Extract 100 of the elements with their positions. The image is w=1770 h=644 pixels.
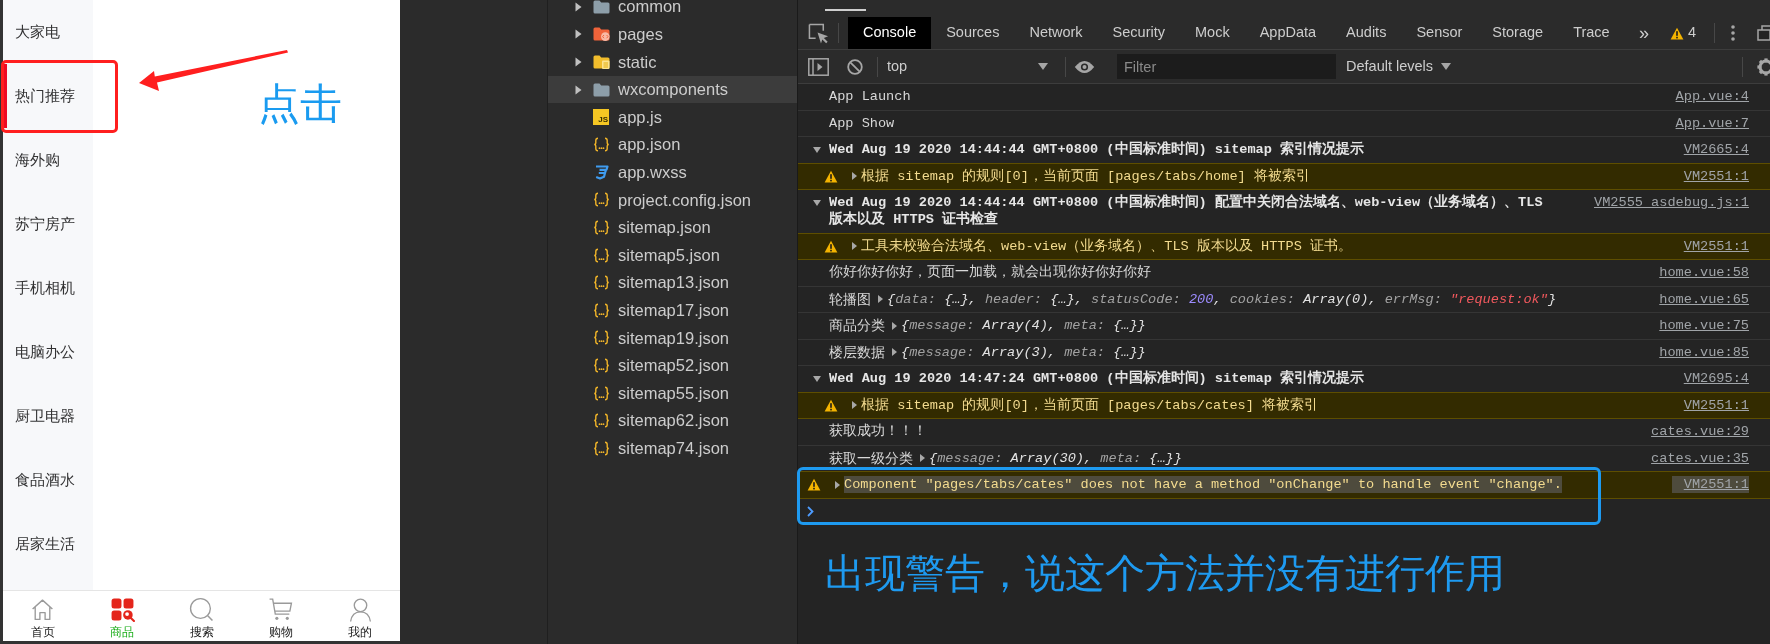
- tree-item[interactable]: sitemap5.json: [548, 241, 797, 269]
- devtools-tab[interactable]: Audits: [1331, 17, 1402, 49]
- braces-icon: [593, 385, 610, 401]
- devtools-tab[interactable]: Trace: [1558, 17, 1625, 49]
- filter-field[interactable]: Filter: [1117, 54, 1336, 79]
- tab-bar-item[interactable]: 购物: [241, 591, 321, 641]
- folder-icon: [593, 82, 610, 97]
- tree-item[interactable]: sitemap19.json: [548, 324, 797, 352]
- braces-icon: [593, 330, 610, 346]
- caret-down-icon[interactable]: [813, 376, 821, 383]
- object-preview: {message: Array(30), meta: {…}}: [929, 449, 1182, 467]
- caret-right-icon[interactable]: [575, 1, 582, 12]
- group-header: Wed Aug 19 2020 14:44:44 GMT+0800 (中国标准时间) sitemap 索引情况提示: [829, 141, 1365, 159]
- folder-icon: [593, 0, 610, 14]
- group-header: Wed Aug 19 2020 14:44:44 GMT+0800 (中国标准时间) 配置中关闭合法域名、web-view（业务域名）、TLS 版本以及 HTTPS 证书检查: [829, 194, 1544, 229]
- caret-right-icon[interactable]: [852, 401, 857, 410]
- source-link[interactable]: App.vue:4: [1663, 88, 1749, 106]
- category-item[interactable]: 海外购: [3, 128, 93, 192]
- devtools-tab[interactable]: Mock: [1180, 17, 1245, 49]
- tree-item[interactable]: JS app.js: [548, 103, 797, 131]
- source-link[interactable]: VM2551:1: [1671, 396, 1749, 414]
- house-icon: [30, 597, 56, 622]
- source-link[interactable]: home.vue:75: [1647, 317, 1749, 335]
- tree-item[interactable]: app.json: [548, 130, 797, 159]
- inspect-icon[interactable]: [808, 22, 829, 44]
- category-item[interactable]: 厨卫电器: [3, 384, 93, 448]
- log-levels-dropdown[interactable]: Default levels: [1346, 55, 1452, 78]
- tree-item[interactable]: sitemap17.json: [548, 296, 797, 325]
- braces-icon: [593, 275, 610, 291]
- devtools-tab[interactable]: AppData: [1244, 17, 1332, 49]
- clear-icon[interactable]: [847, 58, 863, 75]
- category-item[interactable]: 居家生活: [3, 512, 93, 576]
- caret-right-icon[interactable]: [852, 242, 857, 251]
- devtools-tab[interactable]: Sensor: [1401, 17, 1478, 49]
- source-link[interactable]: VM2551:1: [1671, 476, 1749, 494]
- category-item[interactable]: 电脑办公: [3, 320, 93, 384]
- caret-right-icon[interactable]: [892, 348, 897, 357]
- tree-item[interactable]: sitemap62.json: [548, 406, 797, 435]
- caret-right-icon[interactable]: [920, 454, 925, 463]
- kebab-menu-icon[interactable]: [1731, 25, 1735, 41]
- category-item[interactable]: 热门推荐: [3, 64, 93, 128]
- caret-right-icon[interactable]: [852, 172, 857, 181]
- source-link[interactable]: cates.vue:29: [1639, 423, 1749, 441]
- source-link[interactable]: VM2555 asdebug.js:1: [1582, 194, 1749, 212]
- category-item[interactable]: 手机相机: [3, 256, 93, 320]
- source-link[interactable]: VM2551:1: [1671, 167, 1749, 185]
- object-preview: {data: {…}, header: {…}, statusCode: 200, cookies: Array(0), errMsg: "request:ok"}: [887, 290, 1557, 308]
- warning-message: 根据 sitemap 的规则[0]，当前页面 [pages/tabs/cates] 将被索引: [861, 396, 1319, 414]
- source-link[interactable]: App.vue:7: [1663, 114, 1749, 132]
- tree-item[interactable]: sitemap55.json: [548, 379, 797, 407]
- source-link[interactable]: home.vue:65: [1647, 290, 1749, 308]
- caret-right-icon[interactable]: [575, 84, 582, 95]
- tree-item[interactable]: sitemap.json: [548, 213, 797, 242]
- tree-item[interactable]: wxcomponents: [548, 75, 797, 104]
- source-link[interactable]: home.vue:58: [1647, 264, 1749, 282]
- caret-right-icon[interactable]: [575, 57, 582, 67]
- caret-down-icon: [1441, 63, 1452, 70]
- source-link[interactable]: VM2551:1: [1671, 237, 1749, 255]
- tree-item[interactable]: pages: [548, 20, 797, 49]
- sidebar-toggle-icon[interactable]: [808, 57, 829, 76]
- category-item[interactable]: 苏宁房产: [3, 192, 93, 256]
- caret-right-icon[interactable]: [878, 295, 883, 304]
- tree-item[interactable]: sitemap52.json: [548, 351, 797, 380]
- caret-down-icon[interactable]: [813, 200, 821, 207]
- devtools-tab[interactable]: Storage: [1477, 17, 1559, 49]
- js-file-badge: JS: [593, 109, 609, 126]
- tab-bar-item[interactable]: 我的: [320, 591, 401, 641]
- category-item[interactable]: 大家电: [3, 0, 93, 64]
- devtools-tab[interactable]: Sources: [931, 17, 1015, 49]
- warning-icon: [824, 239, 838, 253]
- source-link[interactable]: VM2695:4: [1671, 370, 1749, 388]
- devtools-tab[interactable]: Console: [848, 17, 932, 49]
- caret-right-icon[interactable]: [835, 480, 840, 489]
- annotation-note: 出现警告，说这个方法并没有进行作用: [825, 551, 1505, 595]
- log-label: 获取一级分类: [829, 449, 913, 467]
- warning-icon: [824, 398, 838, 412]
- tree-item[interactable]: common: [548, 0, 797, 21]
- eye-icon[interactable]: [1074, 59, 1095, 74]
- tree-item[interactable]: sitemap13.json: [548, 268, 797, 297]
- category-item[interactable]: 食品酒水: [3, 448, 93, 512]
- settings-icon[interactable]: [1757, 57, 1770, 76]
- source-link[interactable]: cates.vue:35: [1639, 449, 1749, 467]
- tree-item[interactable]: static: [548, 48, 797, 76]
- warnings-counter[interactable]: 4: [1669, 22, 1696, 44]
- more-tabs-button[interactable]: »: [1636, 23, 1651, 43]
- dock-icon[interactable]: [1757, 25, 1770, 41]
- tab-bar-item[interactable]: 搜索: [161, 591, 242, 641]
- tab-bar-item[interactable]: 首页: [3, 591, 83, 641]
- source-link[interactable]: VM2665:4: [1671, 141, 1749, 159]
- caret-right-icon[interactable]: [892, 321, 897, 330]
- tree-item[interactable]: app.wxss: [548, 158, 797, 187]
- devtools-tab[interactable]: Security: [1097, 17, 1180, 49]
- devtools-tab[interactable]: Network: [1014, 17, 1098, 49]
- caret-right-icon[interactable]: [575, 29, 582, 40]
- tree-item[interactable]: project.config.json: [548, 186, 797, 214]
- braces-icon: [593, 220, 610, 236]
- context-dropdown[interactable]: top: [878, 50, 1060, 83]
- tree-item[interactable]: sitemap74.json: [548, 434, 797, 463]
- source-link[interactable]: home.vue:85: [1647, 343, 1749, 361]
- caret-down-icon[interactable]: [813, 147, 821, 154]
